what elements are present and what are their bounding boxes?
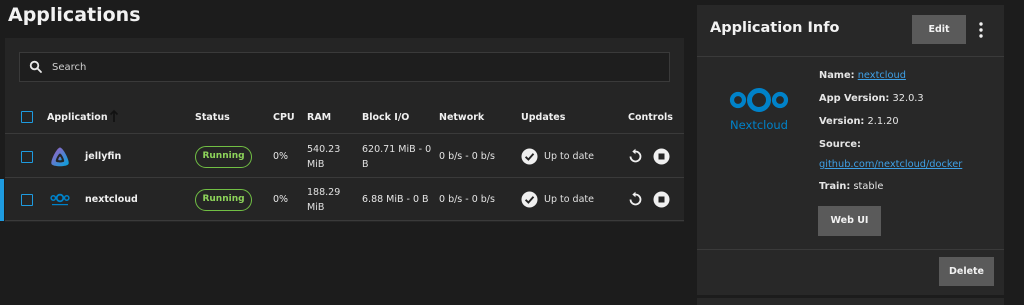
restart-icon[interactable] (627, 148, 644, 165)
edit-button[interactable]: Edit (912, 15, 966, 44)
next-panel-edge (697, 298, 1004, 305)
header-updates[interactable]: Updates (521, 112, 565, 123)
row-checkbox[interactable] (21, 151, 33, 163)
search-box[interactable] (19, 52, 670, 82)
header-block-io[interactable]: Block I/O (362, 112, 409, 123)
application-info-panel: Application Info Edit Nextcloud Name: ne… (697, 5, 1004, 295)
nextcloud-logo-icon: Nextcloud (729, 88, 789, 132)
block-io-line2: B (362, 159, 369, 170)
table-header: Application Status CPU RAM Block I/O Net… (5, 100, 684, 134)
version-label: Version: (819, 116, 865, 127)
source-label: Source: (819, 139, 861, 150)
update-status: Up to date (544, 151, 594, 162)
ram-value-line2: MiB (307, 202, 325, 213)
ram-value-line2: MiB (307, 159, 325, 170)
info-source: Source: (819, 139, 861, 150)
status-badge: Running (195, 146, 252, 168)
train-label: Train: (819, 181, 851, 192)
info-source-link-line: github.com/nextcloud/docker (819, 159, 962, 170)
info-title: Application Info (710, 20, 840, 36)
header-application[interactable]: Application (47, 112, 108, 123)
ram-value-line1: 188.29 (307, 187, 341, 198)
info-header: Application Info Edit (697, 5, 1004, 57)
status-badge: Running (195, 189, 252, 211)
info-name: Name: nextcloud (819, 70, 906, 81)
stop-icon[interactable] (653, 191, 670, 208)
header-network[interactable]: Network (439, 112, 484, 123)
block-io-line1: 620.71 MiB - 0 (362, 144, 432, 155)
app-root: Applications Application Status CPU RAM … (0, 0, 1024, 305)
sort-arrow-up-icon[interactable] (109, 109, 119, 123)
restart-icon[interactable] (627, 191, 644, 208)
table-row-jellyfin[interactable]: jellyfin Running 0% 540.23 MiB 620.71 Mi… (5, 136, 684, 178)
selected-row-indicator (0, 179, 4, 221)
search-icon (29, 60, 42, 73)
header-cpu[interactable]: CPU (273, 112, 295, 123)
app-name[interactable]: nextcloud (85, 194, 138, 205)
check-circle-icon (521, 191, 538, 208)
train-value: stable (853, 181, 884, 192)
check-circle-icon (521, 148, 538, 165)
source-link[interactable]: github.com/nextcloud/docker (819, 159, 962, 170)
applications-card: Application Status CPU RAM Block I/O Net… (0, 38, 684, 222)
header-status[interactable]: Status (195, 112, 230, 123)
cpu-value: 0% (273, 194, 289, 205)
info-app-version: App Version: 32.0.3 (819, 93, 924, 104)
name-link[interactable]: nextcloud (858, 70, 906, 81)
update-status: Up to date (544, 194, 594, 205)
row-checkbox[interactable] (21, 194, 33, 206)
version-value: 2.1.20 (867, 116, 899, 127)
name-label: Name: (819, 70, 855, 81)
ram-value-line1: 540.23 (307, 144, 341, 155)
block-io-value: 620.71 MiB - 0 B (362, 142, 431, 172)
network-value: 0 b/s - 0 b/s (439, 151, 495, 162)
delete-button[interactable]: Delete (939, 257, 994, 286)
app-version-value: 32.0.3 (892, 93, 924, 104)
web-ui-button[interactable]: Web UI (818, 206, 881, 236)
table-row-nextcloud[interactable]: nextcloud Running 0% 188.29 MiB 6.88 MiB… (0, 179, 684, 221)
info-train: Train: stable (819, 181, 883, 192)
ram-value: 188.29 MiB (307, 185, 340, 215)
page-title: Applications (8, 4, 141, 26)
app-version-label: App Version: (819, 93, 890, 104)
search-input[interactable] (52, 53, 652, 81)
network-value: 0 b/s - 0 b/s (439, 194, 495, 205)
nextcloud-logo-icon (50, 193, 70, 206)
stop-icon[interactable] (653, 148, 670, 165)
header-ram[interactable]: RAM (307, 112, 331, 123)
block-io-value: 6.88 MiB - 0 B (362, 194, 429, 205)
divider (697, 249, 1004, 250)
jellyfin-logo-icon (51, 147, 69, 167)
header-controls: Controls (628, 112, 673, 123)
select-all-checkbox[interactable] (21, 111, 33, 123)
cpu-value: 0% (273, 151, 289, 162)
more-vertical-icon[interactable] (978, 21, 984, 39)
app-name[interactable]: jellyfin (85, 151, 121, 162)
ram-value: 540.23 MiB (307, 142, 340, 172)
info-version: Version: 2.1.20 (819, 116, 899, 127)
logo-wordmark: Nextcloud (730, 118, 788, 132)
